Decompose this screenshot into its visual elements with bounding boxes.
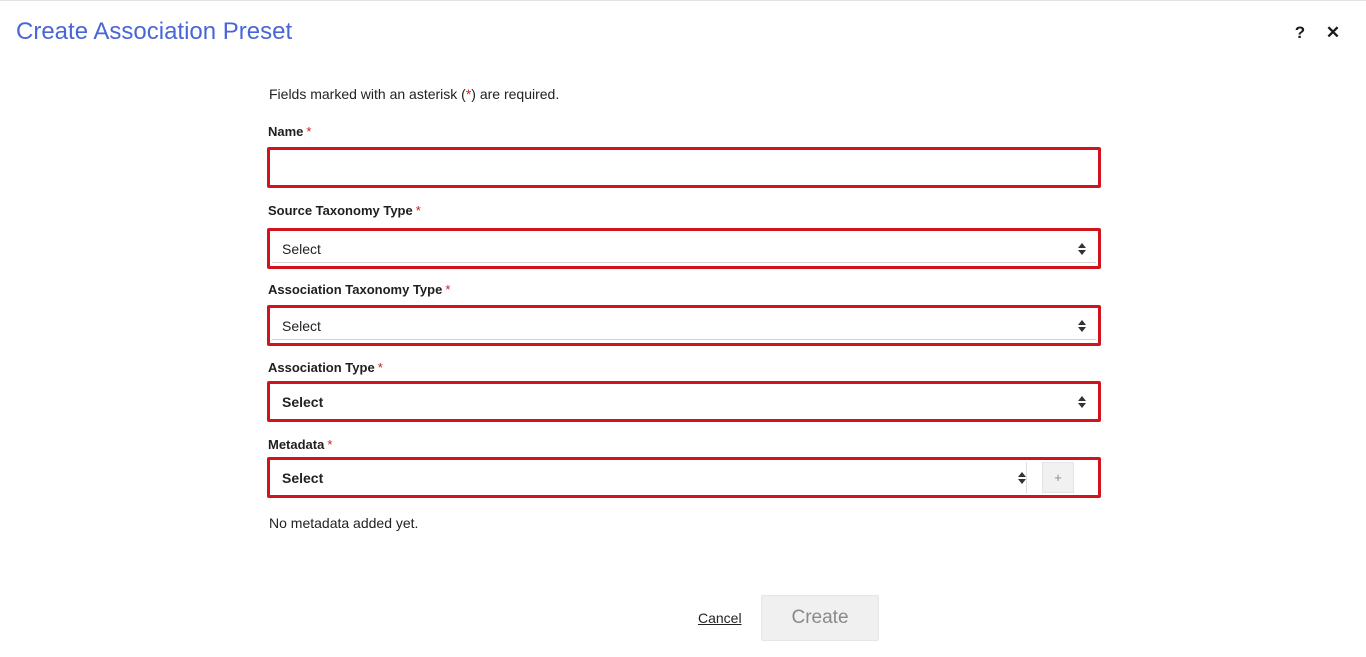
- source-taxonomy-type-label: Source Taxonomy Type *: [268, 203, 421, 218]
- up-down-arrows-icon: [1078, 319, 1086, 332]
- close-icon[interactable]: ✕: [1322, 22, 1344, 44]
- name-label: Name *: [268, 124, 312, 139]
- association-taxonomy-type-select[interactable]: Select: [270, 308, 1098, 343]
- no-metadata-message: No metadata added yet.: [269, 515, 419, 531]
- metadata-select[interactable]: Select: [270, 460, 1038, 495]
- required-asterisk: *: [415, 203, 421, 218]
- selected-value: Select: [282, 393, 324, 410]
- selected-value: Select: [282, 240, 321, 257]
- required-asterisk: *: [445, 282, 451, 297]
- association-taxonomy-type-field: Select: [267, 305, 1101, 346]
- help-icon[interactable]: ?: [1289, 22, 1311, 44]
- association-type-field: Select: [267, 381, 1101, 422]
- field-divider: [1026, 462, 1027, 493]
- select-underline: [272, 262, 1096, 263]
- source-taxonomy-type-field: Select: [267, 228, 1101, 269]
- association-type-label: Association Type *: [268, 360, 383, 375]
- association-type-select[interactable]: Select: [270, 384, 1098, 419]
- required-asterisk: *: [377, 360, 383, 375]
- name-input[interactable]: [270, 150, 1098, 185]
- cancel-link[interactable]: Cancel: [698, 610, 742, 626]
- metadata-label: Metadata *: [268, 437, 333, 452]
- metadata-field: Select +: [267, 457, 1101, 498]
- add-metadata-button[interactable]: +: [1042, 462, 1074, 493]
- up-down-arrows-icon: [1018, 471, 1026, 484]
- selected-value: Select: [282, 317, 321, 334]
- create-button[interactable]: Create: [761, 595, 879, 641]
- name-field: [267, 147, 1101, 188]
- up-down-arrows-icon: [1078, 242, 1086, 255]
- dialog-title: Create Association Preset: [16, 18, 293, 45]
- selected-value: Select: [282, 469, 324, 486]
- up-down-arrows-icon: [1078, 395, 1086, 408]
- select-underline: [272, 339, 1096, 340]
- required-asterisk: *: [306, 124, 312, 139]
- source-taxonomy-type-select[interactable]: Select: [270, 231, 1098, 266]
- association-taxonomy-type-label: Association Taxonomy Type *: [268, 282, 451, 297]
- required-asterisk: *: [327, 437, 333, 452]
- top-divider: [0, 0, 1366, 1]
- required-fields-note: Fields marked with an asterisk (*) are r…: [269, 86, 560, 102]
